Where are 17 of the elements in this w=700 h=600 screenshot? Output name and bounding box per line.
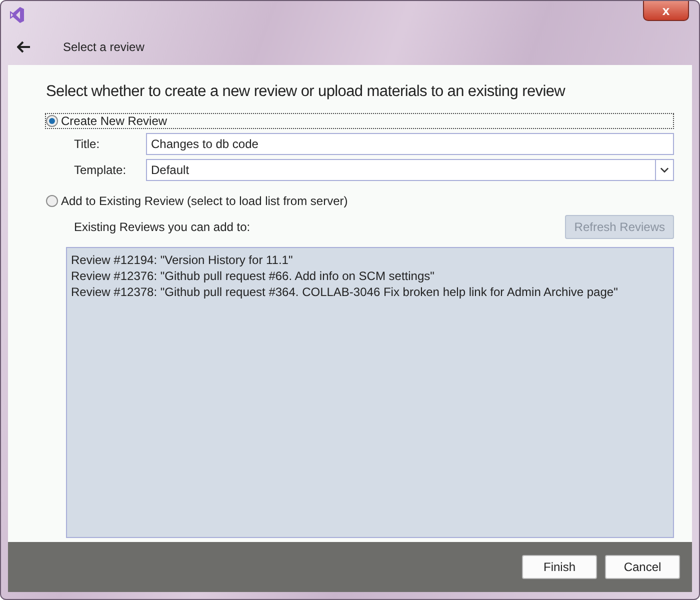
review-item[interactable]: Review #12378: "Github pull request #364. COLLAB-3046 Fix broken help link for Admin Archive page" [71,284,618,300]
close-button[interactable]: x [643,1,689,21]
app-logo-icon [9,6,25,24]
finish-button[interactable]: Finish [522,555,597,579]
title-field[interactable]: Changes to db code [146,133,674,155]
heading: Select whether to create a new review or upload materials to an existing review [46,83,566,101]
review-item[interactable]: Review #12194: "Version History for 11.1" [71,252,293,268]
radio-option[interactable]: Create New Review [45,113,674,129]
cancel-button[interactable]: Cancel [605,555,680,579]
review-item[interactable]: Review #12376: "Github pull request #66. Add info on SCM settings" [71,268,434,284]
back-arrow-icon[interactable] [17,41,31,53]
field-label: Template: [74,163,128,177]
template-dropdown[interactable]: Default [146,159,674,181]
list-label: Existing Reviews you can add to: [74,220,250,234]
field-label: Title: [74,137,101,151]
radio-option[interactable]: Add to Existing Review (select to load list from server) [45,193,674,209]
page-title: Select a review [63,40,144,54]
